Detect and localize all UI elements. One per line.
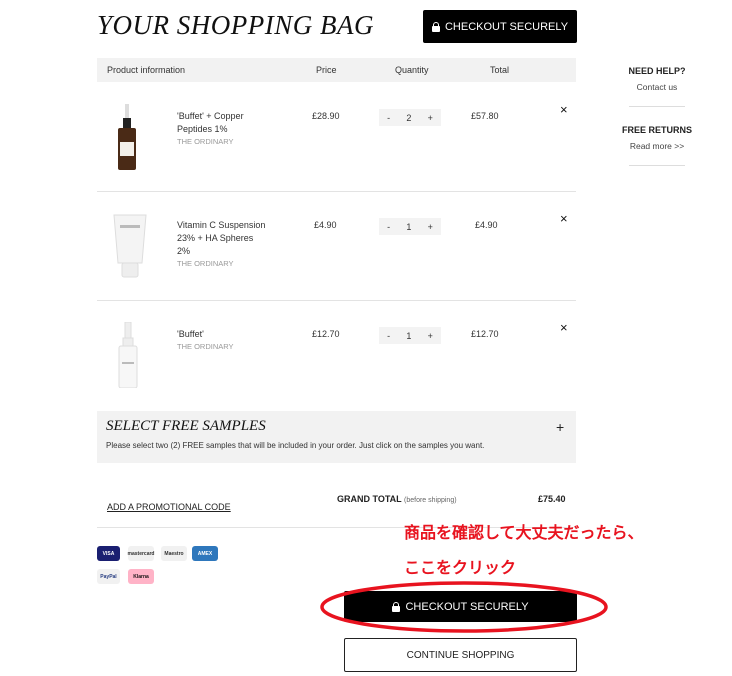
cart-item-row: 'Buffet' THE ORDINARY £12.70 - 1 + £12.7… [97, 300, 576, 410]
header-total: Total [490, 65, 510, 75]
quantity-stepper: - 1 + [379, 327, 441, 344]
header-price: Price [316, 65, 337, 75]
grand-total-value: £75.40 [538, 494, 566, 504]
contact-us-link[interactable]: Contact us [607, 82, 707, 92]
grand-total-label: GRAND TOTAL (before shipping) [337, 494, 457, 504]
decrease-quantity-button[interactable]: - [387, 331, 390, 341]
free-samples-panel[interactable]: SELECT FREE SAMPLES Please select two (2… [97, 411, 576, 463]
lock-icon [431, 21, 440, 32]
item-total: £57.80 [471, 111, 499, 121]
checkout-securely-top-button[interactable]: CHECKOUT SECURELY [423, 10, 577, 43]
increase-quantity-button[interactable]: + [428, 222, 433, 232]
add-promo-code-link[interactable]: ADD A PROMOTIONAL CODE [107, 502, 231, 512]
highlight-ellipse [320, 581, 608, 633]
remove-item-icon[interactable]: × [560, 211, 568, 226]
item-price: £4.90 [314, 220, 337, 230]
quantity-value[interactable]: 1 [406, 222, 411, 232]
continue-shopping-button[interactable]: CONTINUE SHOPPING [344, 638, 577, 672]
need-help-heading: NEED HELP? [628, 66, 686, 76]
header-product: Product information [107, 65, 186, 75]
quantity-value[interactable]: 2 [406, 113, 411, 123]
quantity-stepper: - 2 + [379, 109, 441, 126]
annotation-text-line1: 商品を確認して大丈夫だったら、 [404, 525, 644, 542]
remove-item-icon[interactable]: × [560, 320, 568, 335]
header-quantity: Quantity [395, 65, 429, 75]
remove-item-icon[interactable]: × [560, 102, 568, 117]
annotation-text-line2: ここをクリック [404, 560, 517, 577]
product-brand: THE ORDINARY [177, 342, 234, 351]
product-name[interactable]: 'Buffet' + Copper Peptides 1% [177, 110, 267, 136]
cart-table-header: Product information Price Quantity Total [97, 58, 576, 82]
read-more-link[interactable]: Read more >> [607, 141, 707, 151]
grand-total-note: (before shipping) [404, 497, 457, 504]
checkout-top-label: CHECKOUT SECURELY [444, 20, 569, 33]
decrease-quantity-button[interactable]: - [387, 222, 390, 232]
decrease-quantity-button[interactable]: - [387, 113, 390, 123]
maestro-icon: Maestro [161, 546, 187, 561]
mastercard-icon: mastercard [128, 546, 154, 561]
item-price: £28.90 [312, 111, 340, 121]
product-image-tube [113, 214, 147, 278]
quantity-stepper: - 1 + [379, 218, 441, 235]
divider [629, 106, 685, 107]
amex-icon: AMEX [192, 546, 218, 561]
page-title: YOUR SHOPPING BAG [97, 10, 374, 40]
product-image-dropper-bottle [118, 322, 138, 388]
free-returns-heading: FREE RETURNS [621, 125, 692, 135]
product-brand: THE ORDINARY [177, 137, 234, 146]
expand-samples-icon[interactable]: + [556, 419, 564, 435]
samples-title: SELECT FREE SAMPLES [106, 418, 266, 434]
product-image-dropper-bottle [118, 104, 136, 170]
quantity-value[interactable]: 1 [406, 331, 411, 341]
continue-shopping-label: CONTINUE SHOPPING [406, 649, 515, 661]
increase-quantity-button[interactable]: + [428, 113, 433, 123]
paypal-icon: PayPal [97, 569, 120, 584]
klarna-icon: Klarna [128, 569, 154, 584]
product-name[interactable]: 'Buffet' [177, 328, 267, 341]
item-price: £12.70 [312, 329, 340, 339]
item-total: £4.90 [475, 220, 498, 230]
item-total: £12.70 [471, 329, 499, 339]
samples-description: Please select two (2) FREE samples that … [106, 441, 485, 450]
cart-item-row: 'Buffet' + Copper Peptides 1% THE ORDINAR… [97, 82, 576, 191]
divider [629, 165, 685, 166]
product-brand: THE ORDINARY [177, 259, 234, 268]
increase-quantity-button[interactable]: + [428, 331, 433, 341]
visa-icon: VISA [97, 546, 120, 561]
cart-item-row: Vitamin C Suspension 23% + HA Spheres 2% … [97, 191, 576, 300]
product-name[interactable]: Vitamin C Suspension 23% + HA Spheres 2% [177, 219, 267, 258]
